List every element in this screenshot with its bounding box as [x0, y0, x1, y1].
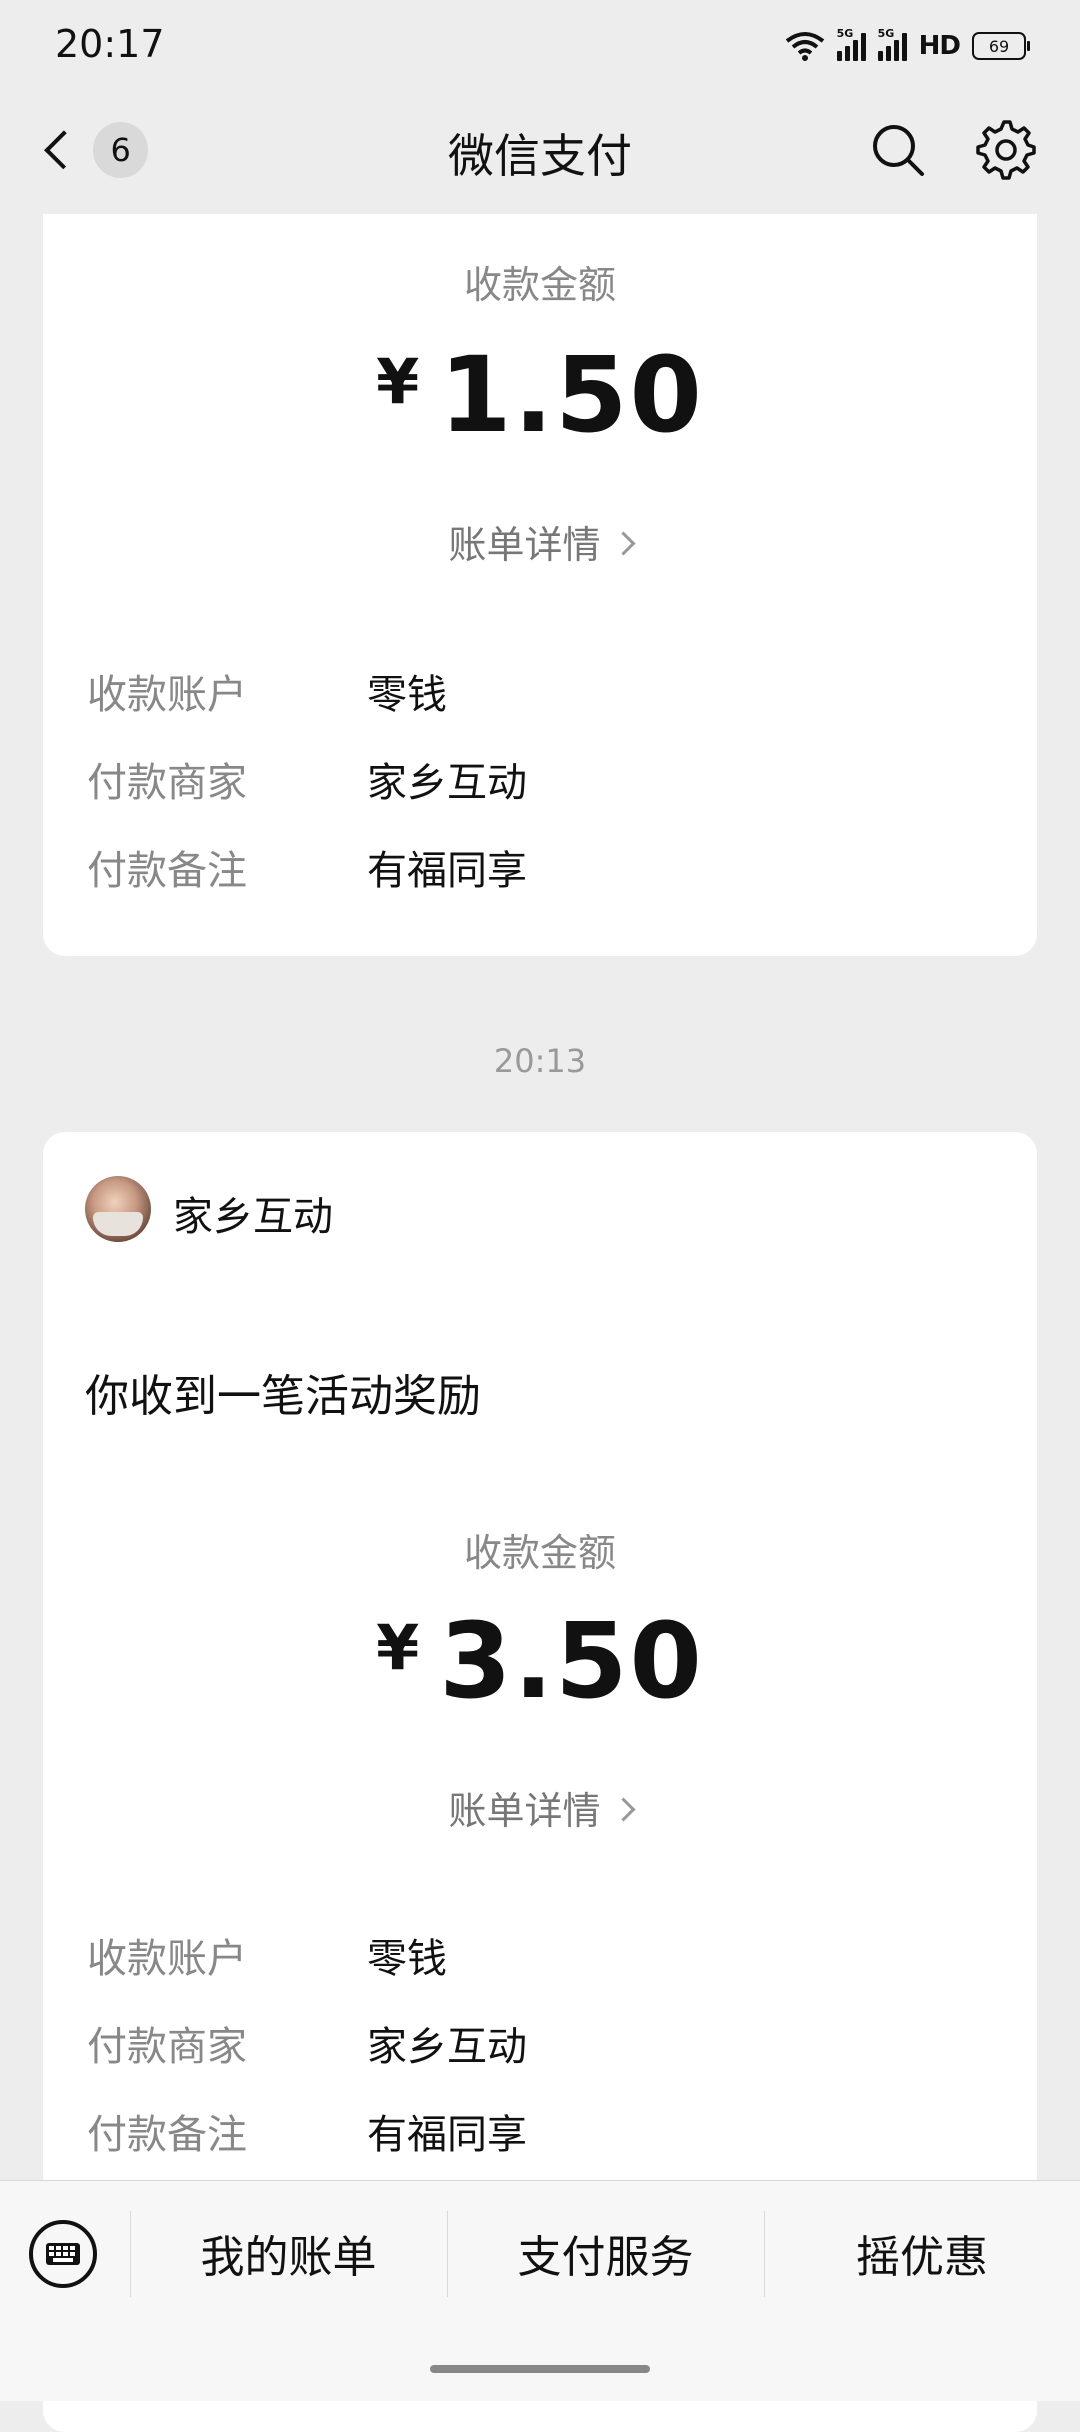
search-icon[interactable]	[870, 122, 926, 178]
status-time: 20:17	[55, 22, 165, 66]
home-indicator[interactable]	[430, 2365, 650, 2373]
menu-item-payment-services[interactable]: 支付服务	[447, 2221, 764, 2287]
status-icons: 5G 5G HD 69	[785, 27, 1030, 64]
bottom-menu: 我的账单 支付服务 摇优惠	[0, 2180, 1080, 2401]
nav-bar: 6 微信支付	[0, 90, 1080, 210]
merchant-name[interactable]: 家乡互动	[173, 1184, 333, 1242]
detail-row: 收款账户 零钱	[87, 1926, 997, 1986]
row-value: 家乡互动	[367, 760, 527, 806]
signal-1-icon: 5G	[836, 27, 866, 61]
menu-item-my-bills[interactable]: 我的账单	[130, 2221, 447, 2287]
payment-card-1[interactable]: 收款金额 ¥1.50 账单详情 收款账户 零钱 付款商家 家乡互动 付款备注 有…	[43, 214, 1037, 956]
battery-level: 69	[988, 36, 1010, 56]
row-key: 收款账户	[87, 1936, 247, 1982]
amount-value: 3.50	[439, 1600, 704, 1722]
row-key: 付款商家	[87, 2024, 247, 2070]
detail-row: 付款备注 有福同享	[87, 2102, 997, 2162]
bill-detail-link[interactable]: 账单详情	[43, 1780, 1037, 1835]
signal-2-icon: 5G	[877, 27, 907, 61]
currency-symbol: ¥	[376, 1611, 422, 1684]
amount-value: 1.50	[439, 334, 704, 456]
amount-label: 收款金额	[463, 1531, 616, 1575]
row-key: 付款商家	[87, 760, 247, 806]
amount: ¥3.50	[43, 1600, 1037, 1722]
row-value: 家乡互动	[367, 2024, 527, 2070]
row-value: 有福同享	[367, 2112, 527, 2158]
menu-item-shake-offers[interactable]: 摇优惠	[764, 2221, 1080, 2287]
row-value: 有福同享	[367, 848, 527, 894]
detail-row: 收款账户 零钱	[87, 662, 997, 722]
bill-detail-label: 账单详情	[448, 523, 601, 567]
row-key: 付款备注	[87, 848, 247, 894]
row-key: 收款账户	[87, 672, 247, 718]
bill-detail-label: 账单详情	[448, 1789, 601, 1833]
wifi-icon	[785, 32, 824, 61]
hd-icon: HD	[918, 31, 961, 61]
amount: ¥1.50	[43, 334, 1037, 456]
row-value: 零钱	[367, 1936, 447, 1982]
chevron-right-icon	[610, 531, 636, 556]
detail-row: 付款商家 家乡互动	[87, 750, 997, 810]
amount-label: 收款金额	[463, 263, 616, 307]
bill-detail-link[interactable]: 账单详情	[43, 514, 1037, 569]
avatar[interactable]	[85, 1176, 151, 1242]
battery-icon: 69	[972, 32, 1030, 60]
currency-symbol: ¥	[376, 345, 422, 418]
row-key: 付款备注	[87, 2112, 247, 2158]
chevron-right-icon	[610, 1797, 636, 1822]
status-bar: 20:17 5G 5G HD 69	[0, 0, 1080, 90]
detail-row: 付款备注 有福同享	[87, 838, 997, 898]
keyboard-icon[interactable]	[28, 2219, 98, 2289]
detail-row: 付款商家 家乡互动	[87, 2014, 997, 2074]
row-value: 零钱	[367, 672, 447, 718]
gear-icon[interactable]	[976, 120, 1036, 180]
message-time: 20:13	[493, 1042, 587, 1080]
notice-text: 你收到一笔活动奖励	[85, 1371, 481, 1422]
